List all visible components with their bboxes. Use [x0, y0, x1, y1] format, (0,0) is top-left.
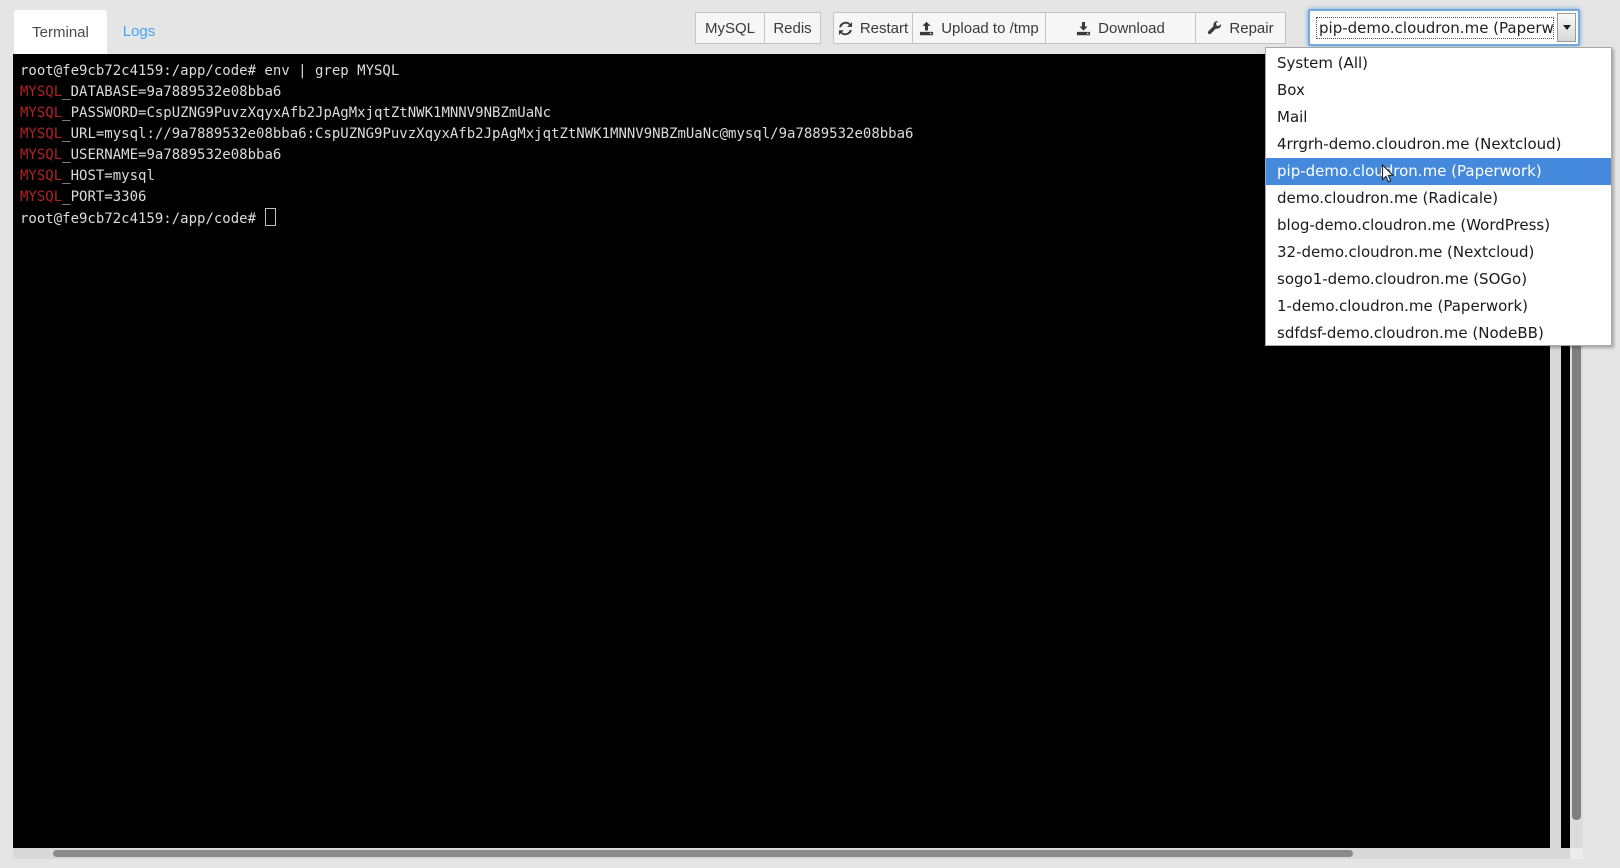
dropdown-option[interactable]: demo.cloudron.me (Radicale) — [1266, 185, 1611, 212]
restart-button[interactable]: Restart — [833, 12, 913, 44]
dropdown-option[interactable]: pip-demo.cloudron.me (Paperwork) — [1266, 158, 1611, 185]
terminal-output: root@fe9cb72c4159:/app/code# env | grep … — [20, 61, 913, 230]
download-button-label: Download — [1098, 20, 1165, 37]
restart-button-label: Restart — [860, 20, 908, 37]
terminal-text-segment: _PORT=3306 — [62, 189, 146, 205]
terminal-text-segment: _DATABASE=9a7889532e08bba6 — [62, 84, 281, 100]
refresh-icon — [838, 21, 853, 36]
dropdown-option[interactable]: Box — [1266, 77, 1611, 104]
download-icon — [1076, 21, 1091, 36]
terminal-text-segment: _URL=mysql://9a7889532e08bba6:CspUZNG9Pu… — [62, 126, 913, 142]
upload-to-tmp-button[interactable]: Upload to /tmp — [912, 12, 1046, 44]
terminal-text-segment: MYSQL — [20, 168, 62, 184]
terminal-text-segment: _HOST=mysql — [62, 168, 155, 184]
app-select-value: pip-demo.cloudron.me (Paperwork — [1316, 17, 1554, 39]
actions-button-group: Restart Upload to /tmp Download Repair — [833, 12, 1286, 44]
terminal-text-segment: _PASSWORD=CspUZNG9PuvzXqyxAfb2JpAgMxjqtZ… — [62, 105, 551, 121]
repair-button[interactable]: Repair — [1195, 12, 1286, 44]
terminal-line: root@fe9cb72c4159:/app/code# — [20, 208, 913, 230]
dropdown-option[interactable]: blog-demo.cloudron.me (WordPress) — [1266, 212, 1611, 239]
upload-icon — [919, 21, 934, 36]
terminal-text-segment: MYSQL — [20, 147, 62, 163]
terminal-line: root@fe9cb72c4159:/app/code# env | grep … — [20, 61, 913, 82]
terminal-line: MYSQL_PASSWORD=CspUZNG9PuvzXqyxAfb2JpAgM… — [20, 103, 913, 124]
tab-logs[interactable]: Logs — [108, 10, 170, 52]
scrollbar-corner — [1570, 848, 1583, 859]
terminal-line: MYSQL_PORT=3306 — [20, 187, 913, 208]
chevron-down-icon — [1563, 25, 1571, 30]
terminal-line: MYSQL_URL=mysql://9a7889532e08bba6:CspUZ… — [20, 124, 913, 145]
app-select-arrow-button[interactable] — [1557, 13, 1576, 42]
terminal-text-segment: _USERNAME=9a7889532e08bba6 — [62, 147, 281, 163]
redis-button-label: Redis — [773, 20, 811, 37]
terminal-text-segment: root@fe9cb72c4159:/app/code# env | grep … — [20, 63, 399, 79]
repair-button-label: Repair — [1229, 20, 1273, 37]
tab-logs-label: Logs — [123, 23, 156, 40]
db-button-group: MySQL Redis — [695, 12, 821, 44]
cloudron-terminal-page: Terminal Logs MySQL Redis Restart Upload… — [0, 0, 1620, 868]
dropdown-option[interactable]: 4rrgrh-demo.cloudron.me (Nextcloud) — [1266, 131, 1611, 158]
horizontal-scrollbar[interactable] — [13, 848, 1570, 859]
wrench-icon — [1207, 21, 1222, 36]
app-select[interactable]: pip-demo.cloudron.me (Paperwork — [1308, 9, 1580, 46]
terminal-line: MYSQL_DATABASE=9a7889532e08bba6 — [20, 82, 913, 103]
terminal-text-segment: MYSQL — [20, 126, 62, 142]
tab-terminal-label: Terminal — [32, 24, 89, 41]
terminal-text-segment: root@fe9cb72c4159:/app/code# — [20, 211, 264, 227]
dropdown-option[interactable]: Mail — [1266, 104, 1611, 131]
terminal-line: MYSQL_HOST=mysql — [20, 166, 913, 187]
horizontal-scrollbar-thumb[interactable] — [53, 850, 1353, 857]
mysql-button[interactable]: MySQL — [695, 12, 765, 44]
tab-terminal[interactable]: Terminal — [14, 10, 107, 54]
dropdown-option[interactable]: 32-demo.cloudron.me (Nextcloud) — [1266, 239, 1611, 266]
dropdown-option[interactable]: sogo1-demo.cloudron.me (SOGo) — [1266, 266, 1611, 293]
dropdown-option[interactable]: sdfdsf-demo.cloudron.me (NodeBB) — [1266, 320, 1611, 347]
dropdown-option[interactable]: System (All) — [1266, 50, 1611, 77]
terminal-text-segment: MYSQL — [20, 105, 62, 121]
mysql-button-label: MySQL — [705, 20, 755, 37]
redis-button[interactable]: Redis — [764, 12, 821, 44]
download-button[interactable]: Download — [1045, 12, 1196, 44]
terminal-text-segment: MYSQL — [20, 189, 62, 205]
dropdown-option[interactable]: 1-demo.cloudron.me (Paperwork) — [1266, 293, 1611, 320]
mouse-cursor-arrow — [1381, 164, 1396, 190]
terminal-line: MYSQL_USERNAME=9a7889532e08bba6 — [20, 145, 913, 166]
app-select-dropdown: System (All)BoxMail4rrgrh-demo.cloudron.… — [1265, 47, 1612, 346]
upload-button-label: Upload to /tmp — [941, 20, 1039, 37]
terminal-text-segment: MYSQL — [20, 84, 62, 100]
terminal-cursor — [265, 208, 276, 226]
